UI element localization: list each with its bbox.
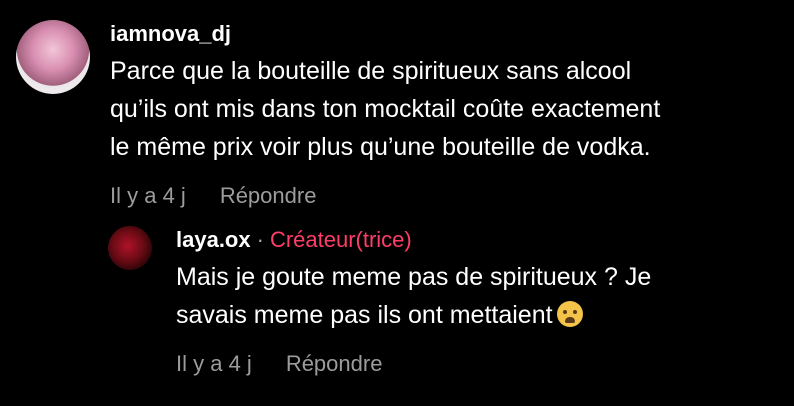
comment-timestamp: Il y a 4 j <box>110 183 186 208</box>
separator: · <box>256 227 264 252</box>
reply-timestamp: Il y a 4 j <box>176 351 252 376</box>
creator-badge: Créateur(trice) <box>269 227 412 252</box>
comment-username[interactable]: iamnova_dj <box>110 20 790 48</box>
loudly-crying-face-emoji-icon <box>556 301 583 327</box>
reply-actions: Il y a 4 j Répondre <box>176 350 766 378</box>
comment: iamnova_dj Parce que la bouteille de spi… <box>16 20 790 210</box>
comment-actions: Il y a 4 j Répondre <box>110 182 790 210</box>
reply-header: laya.ox · Créateur(trice) <box>176 226 766 254</box>
reply-button[interactable]: Répondre <box>286 350 383 378</box>
avatar[interactable] <box>108 226 152 270</box>
avatar[interactable] <box>16 20 90 94</box>
comment-body: iamnova_dj Parce que la bouteille de spi… <box>110 20 790 210</box>
reply-button[interactable]: Répondre <box>220 182 317 210</box>
reply-body: laya.ox · Créateur(trice) Mais je goute … <box>176 226 766 378</box>
reply-comment: laya.ox · Créateur(trice) Mais je goute … <box>108 226 766 378</box>
comment-text: Parce que la bouteille de spiritueux san… <box>110 57 661 161</box>
reply-text: Mais je goute meme pas de spiritueux ? J… <box>176 258 766 334</box>
reply-username[interactable]: laya.ox <box>176 226 251 254</box>
